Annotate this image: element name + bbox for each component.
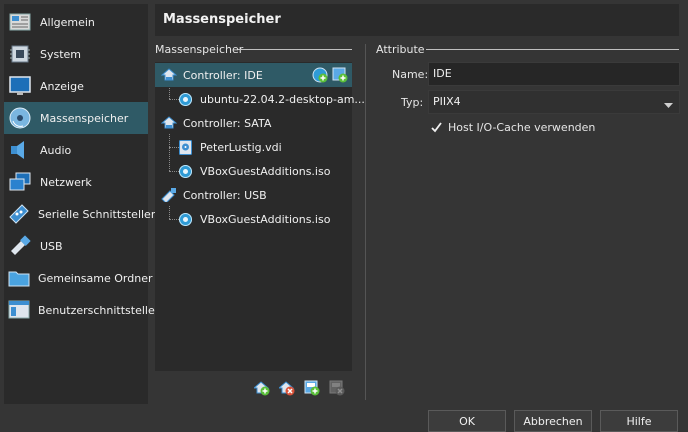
optical-disc-icon xyxy=(179,164,192,178)
tree-controller-label: Controller: USB xyxy=(183,188,267,202)
checkmark-icon xyxy=(430,121,443,134)
name-label: Name: xyxy=(392,68,429,81)
sidebar-item-benutzerschnittstelle[interactable]: Benutzerschnittstelle xyxy=(4,294,155,326)
add-controller-icon[interactable] xyxy=(254,380,270,396)
attributes-group-title: Attribute xyxy=(376,43,425,56)
name-field[interactable]: IDE xyxy=(428,62,680,86)
window-layout-icon xyxy=(8,298,30,322)
folder-icon xyxy=(8,266,30,290)
usb-icon xyxy=(8,234,32,258)
storage-tree[interactable]: Controller: IDE ubuntu-22.04.2-desktop-a… xyxy=(155,62,365,371)
host-io-cache-label: Host I/O-Cache verwenden xyxy=(448,121,596,134)
tree-controller-ide[interactable]: Controller: IDE xyxy=(155,63,352,87)
add-hard-disk-icon[interactable] xyxy=(332,67,348,83)
monitor-icon xyxy=(8,74,32,98)
serial-port-icon xyxy=(8,202,30,226)
cancel-button[interactable]: Abbrechen xyxy=(514,410,592,432)
sidebar-item-label: Benutzerschnittstelle xyxy=(38,303,155,317)
sidebar-item-anzeige[interactable]: Anzeige xyxy=(4,70,148,102)
storage-group-divider xyxy=(238,49,352,50)
add-optical-drive-icon[interactable] xyxy=(312,67,328,83)
remove-controller-icon[interactable] xyxy=(279,380,295,396)
tree-attachment[interactable]: VBoxGuestAdditions.iso xyxy=(155,207,352,231)
sidebar-item-label: System xyxy=(40,47,82,61)
add-attachment-icon[interactable] xyxy=(304,380,320,396)
chevron-down-icon xyxy=(664,99,673,112)
sidebar-item-label: Audio xyxy=(40,143,72,157)
tree-controller-usb[interactable]: Controller: USB xyxy=(155,183,352,207)
hard-disk-icon xyxy=(179,139,192,155)
controller-icon xyxy=(161,116,177,130)
page-title: Massenspeicher xyxy=(163,12,281,27)
tree-attachment-label: VBoxGuestAdditions.iso xyxy=(200,164,331,178)
tree-controller-label: Controller: SATA xyxy=(183,116,272,130)
tree-attachment-label: ubuntu-22.04.2-desktop-am... xyxy=(200,92,365,106)
controller-icon xyxy=(161,68,177,82)
sidebar-item-allgemein[interactable]: Allgemein xyxy=(4,6,148,38)
speaker-icon xyxy=(8,138,32,162)
remove-attachment-icon[interactable] xyxy=(329,380,345,396)
type-select-value: PIIX4 xyxy=(433,95,461,108)
settings-sidebar: Allgemein System Anzeige Massenspeicher … xyxy=(4,4,158,404)
host-io-cache-checkbox[interactable]: Host I/O-Cache verwenden xyxy=(430,121,595,134)
tree-attachment[interactable]: ubuntu-22.04.2-desktop-am... xyxy=(155,87,365,111)
sidebar-item-usb[interactable]: USB xyxy=(4,230,148,262)
tree-controller-label: Controller: IDE xyxy=(183,68,263,82)
network-icon xyxy=(8,170,32,194)
sidebar-item-label: Allgemein xyxy=(40,15,95,29)
usb-controller-icon xyxy=(161,188,177,202)
sidebar-item-label: Massenspeicher xyxy=(40,111,129,125)
sidebar-item-label: USB xyxy=(40,239,63,253)
sidebar-item-serielle-schnittstellen[interactable]: Serielle Schnittstellen xyxy=(4,198,158,230)
attributes-group-divider xyxy=(426,49,679,50)
sidebar-item-audio[interactable]: Audio xyxy=(4,134,148,166)
tree-attachment-label: PeterLustig.vdi xyxy=(200,140,282,154)
tree-attachment-label: VBoxGuestAdditions.iso xyxy=(200,212,331,226)
type-select[interactable]: PIIX4 xyxy=(428,90,680,114)
sidebar-item-label: Anzeige xyxy=(40,79,84,93)
general-icon xyxy=(8,10,32,34)
help-button[interactable]: Hilfe xyxy=(600,410,678,432)
optical-disc-icon xyxy=(179,212,192,226)
optical-disc-icon xyxy=(179,92,192,106)
storage-group-title: Massenspeicher xyxy=(155,43,244,56)
sidebar-item-massenspeicher[interactable]: Massenspeicher xyxy=(4,102,148,134)
sidebar-item-label: Serielle Schnittstellen xyxy=(38,207,158,221)
chip-icon xyxy=(8,42,32,66)
sidebar-item-label: Netzwerk xyxy=(40,175,92,189)
ok-button[interactable]: OK xyxy=(428,410,506,432)
sidebar-item-netzwerk[interactable]: Netzwerk xyxy=(4,166,148,198)
sidebar-item-system[interactable]: System xyxy=(4,38,148,70)
type-label: Typ: xyxy=(401,96,424,109)
name-field-value: IDE xyxy=(433,67,452,80)
panel-separator xyxy=(365,44,366,400)
tree-controller-sata[interactable]: Controller: SATA xyxy=(155,111,352,135)
tree-attachment[interactable]: VBoxGuestAdditions.iso xyxy=(155,159,352,183)
sidebar-item-label: Gemeinsame Ordner xyxy=(38,271,153,285)
sidebar-item-gemeinsame-ordner[interactable]: Gemeinsame Ordner xyxy=(4,262,153,294)
page-header: Massenspeicher xyxy=(155,4,679,36)
tree-attachment[interactable]: PeterLustig.vdi xyxy=(155,135,352,159)
storage-disk-icon xyxy=(8,106,32,130)
